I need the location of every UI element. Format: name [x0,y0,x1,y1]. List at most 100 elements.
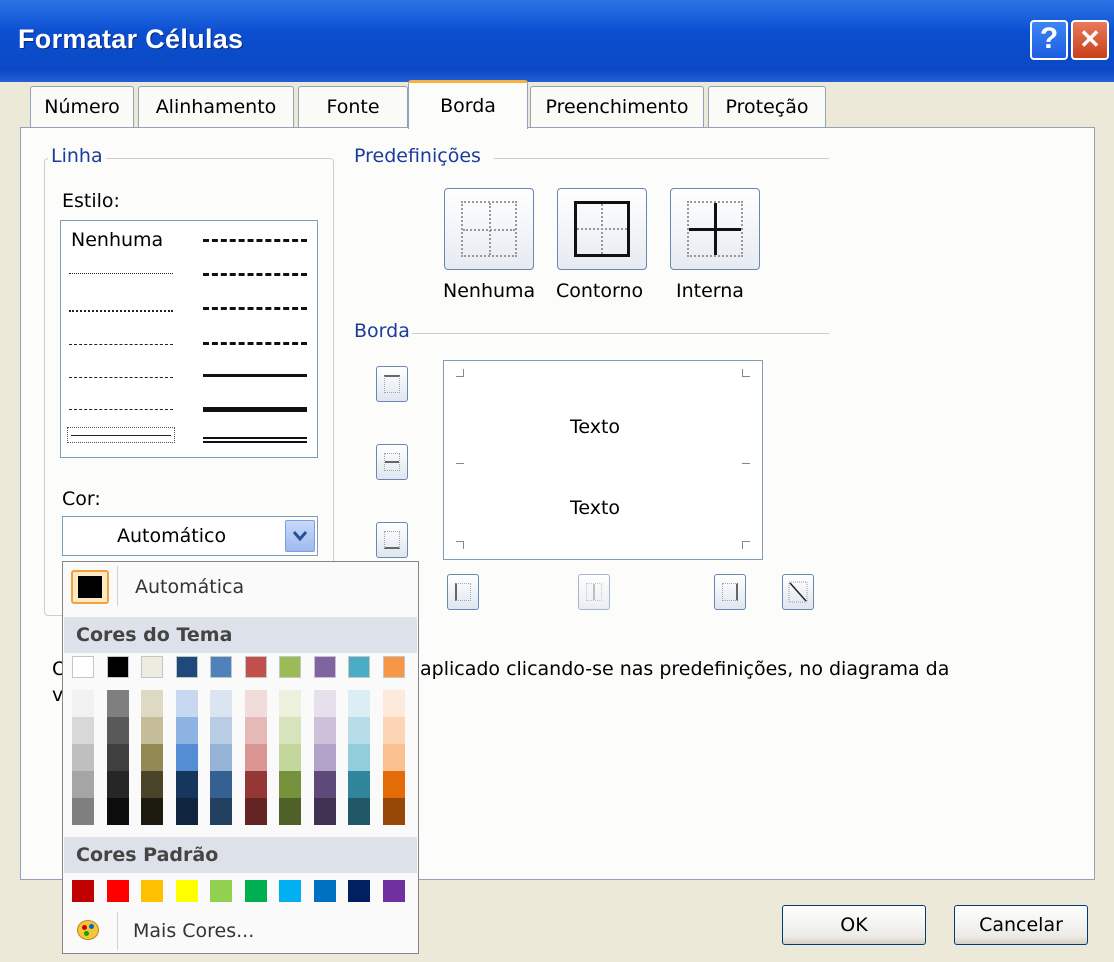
theme-shade-swatch[interactable] [175,771,198,798]
theme-shade-swatch[interactable] [210,798,232,825]
preset-none-button[interactable] [444,188,534,270]
line-style-dash-dot-dot[interactable] [69,344,173,345]
theme-shade-swatch[interactable] [279,717,301,744]
theme-shade-swatch[interactable] [382,798,405,825]
theme-shade-swatch[interactable] [210,771,232,798]
preset-outline-button[interactable] [557,188,647,270]
theme-shade-swatch[interactable] [382,690,405,717]
tab-numero[interactable]: Número [30,86,134,127]
auto-color-swatch[interactable] [71,570,109,604]
theme-shade-swatch[interactable] [72,798,94,825]
theme-color-swatch[interactable] [72,656,94,678]
auto-color-row[interactable]: Automática [63,562,418,610]
line-style-slant-dash-dot[interactable] [203,273,307,276]
theme-shade-swatch[interactable] [382,771,405,798]
theme-shade-swatch[interactable] [141,690,163,717]
theme-shade-swatch[interactable] [348,690,370,717]
border-middle-vertical-button[interactable] [578,574,610,610]
theme-shade-swatch[interactable] [348,717,370,744]
standard-color-swatch[interactable] [279,880,301,902]
theme-shade-swatch[interactable] [382,744,405,771]
theme-shade-swatch[interactable] [382,717,405,744]
border-bottom-button[interactable] [376,522,408,558]
theme-shade-swatch[interactable] [72,744,94,771]
help-button[interactable]: ? [1030,20,1068,60]
standard-color-swatch[interactable] [141,880,163,902]
chevron-down-icon[interactable] [285,520,315,552]
theme-shade-swatch[interactable] [72,690,94,717]
border-diagonal-button[interactable] [782,574,814,610]
standard-color-swatch[interactable] [348,880,370,902]
tab-fonte[interactable]: Fonte [298,86,408,127]
theme-shade-swatch[interactable] [210,744,232,771]
theme-shade-swatch[interactable] [175,717,198,744]
line-style-hair[interactable] [69,273,173,274]
border-preview[interactable]: Texto Texto [443,360,763,560]
theme-color-swatch[interactable] [175,656,198,678]
line-style-med-dashed[interactable] [203,342,307,345]
standard-color-swatch[interactable] [382,880,405,902]
theme-shade-swatch[interactable] [348,744,370,771]
theme-shade-swatch[interactable] [279,771,301,798]
line-style-med-dash-dot[interactable] [203,307,307,310]
theme-shade-swatch[interactable] [106,798,129,825]
theme-shade-swatch[interactable] [141,717,163,744]
theme-shade-swatch[interactable] [244,798,267,825]
standard-color-swatch[interactable] [106,880,129,902]
tab-protecao[interactable]: Proteção [708,86,826,127]
theme-shade-swatch[interactable] [313,690,336,717]
tab-borda[interactable]: Borda [408,80,528,129]
standard-color-swatch[interactable] [72,880,94,902]
tab-preenchimento[interactable]: Preenchimento [530,86,704,127]
line-style-dotted[interactable] [69,310,173,312]
theme-shade-swatch[interactable] [210,717,232,744]
theme-shade-swatch[interactable] [141,798,163,825]
theme-color-swatch[interactable] [348,656,370,678]
border-middle-horizontal-button[interactable] [376,444,408,480]
theme-shade-swatch[interactable] [279,798,301,825]
theme-shade-swatch[interactable] [106,690,129,717]
theme-shade-swatch[interactable] [141,744,163,771]
line-style-none[interactable]: Nenhuma [71,229,163,251]
theme-shade-swatch[interactable] [244,690,267,717]
theme-color-swatch[interactable] [210,656,232,678]
theme-shade-swatch[interactable] [106,744,129,771]
theme-shade-swatch[interactable] [106,717,129,744]
theme-shade-swatch[interactable] [313,798,336,825]
theme-color-swatch[interactable] [313,656,336,678]
more-colors-link[interactable]: Mais Cores... [133,920,254,942]
theme-shade-swatch[interactable] [279,690,301,717]
theme-color-swatch[interactable] [382,656,405,678]
tab-alinhamento[interactable]: Alinhamento [138,86,294,127]
color-combo[interactable]: Automático [62,516,318,556]
preset-inside-button[interactable] [670,188,760,270]
theme-shade-swatch[interactable] [279,744,301,771]
ok-button[interactable]: OK [782,905,926,945]
theme-shade-swatch[interactable] [175,690,198,717]
border-right-button[interactable] [714,574,746,610]
cancel-button[interactable]: Cancelar [954,905,1088,945]
theme-shade-swatch[interactable] [313,744,336,771]
theme-shade-swatch[interactable] [175,744,198,771]
theme-color-swatch[interactable] [106,656,129,678]
standard-color-swatch[interactable] [313,880,336,902]
theme-shade-swatch[interactable] [313,717,336,744]
line-style-medium[interactable] [203,374,307,377]
theme-shade-swatch[interactable] [141,771,163,798]
theme-shade-swatch[interactable] [106,771,129,798]
line-style-thick[interactable] [203,407,307,412]
close-button[interactable]: ✕ [1071,20,1109,60]
theme-shade-swatch[interactable] [210,690,232,717]
standard-color-swatch[interactable] [244,880,267,902]
line-style-dashed[interactable] [69,409,173,410]
theme-color-swatch[interactable] [279,656,301,678]
border-top-button[interactable] [376,366,408,402]
border-left-button[interactable] [447,574,479,610]
theme-shade-swatch[interactable] [313,771,336,798]
theme-shade-swatch[interactable] [244,744,267,771]
standard-color-swatch[interactable] [175,880,198,902]
theme-color-swatch[interactable] [244,656,267,678]
theme-shade-swatch[interactable] [244,717,267,744]
line-style-double[interactable] [203,437,307,443]
more-colors-row[interactable]: Mais Cores... [63,910,418,952]
